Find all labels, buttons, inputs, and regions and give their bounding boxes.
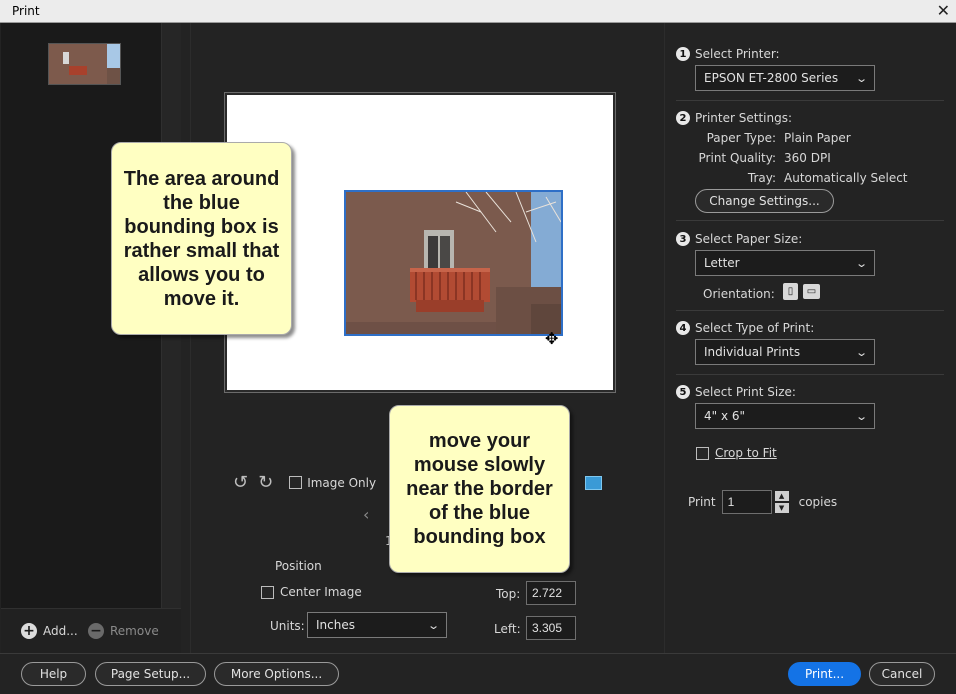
more-options-button[interactable]: More Options... (214, 662, 339, 686)
portrait-orientation-icon[interactable]: ▯ (783, 283, 798, 300)
hover-callout: move your mouse slowly near the border o… (389, 405, 570, 573)
settings-panel: 1 Select Printer: EPSON ET-2800 Series ⌄… (666, 23, 956, 653)
copies-label: copies (798, 495, 838, 509)
close-icon[interactable]: ✕ (937, 1, 950, 20)
window-title: Print (12, 4, 40, 18)
step-print-size: 5 Select Print Size: (676, 385, 796, 399)
print-size-value: 4" x 6" (704, 409, 746, 423)
print-label: Print (688, 495, 716, 509)
printer-select[interactable]: EPSON ET-2800 Series ⌄ (695, 65, 875, 91)
center-image-label: Center Image (280, 585, 362, 599)
image-only-label: Image Only (307, 475, 377, 490)
top-label: Top: (496, 587, 521, 601)
step-label: Printer Settings: (695, 111, 792, 125)
rotate-controls: ↺ ↻ Image Only (233, 472, 376, 493)
help-button[interactable]: Help (21, 662, 86, 686)
rotate-right-icon[interactable]: ↻ (258, 472, 273, 493)
step-number: 2 (676, 111, 690, 125)
page-setup-button[interactable]: Page Setup... (95, 662, 206, 686)
copies-input[interactable] (721, 490, 772, 514)
stepper-down-icon[interactable]: ▼ (774, 503, 789, 513)
move-cursor-icon: ✥ (545, 329, 559, 348)
print-quality-value: 360 DPI (784, 151, 831, 165)
divider (676, 100, 944, 101)
minus-icon: − (88, 623, 104, 639)
previous-page-icon[interactable]: ‹ (363, 505, 369, 524)
print-type-value: Individual Prints (704, 345, 801, 359)
background-color-swatch[interactable] (585, 476, 602, 490)
crop-to-fit-checkbox[interactable] (696, 446, 709, 460)
thumbnail-footer: + Add... − Remove (1, 608, 181, 653)
chevron-down-icon: ⌄ (854, 71, 868, 85)
units-select[interactable]: Inches ⌄ (307, 612, 447, 638)
divider (676, 374, 944, 375)
photo-thumbnail[interactable] (48, 43, 121, 85)
add-button[interactable]: + Add... (21, 623, 78, 639)
left-label: Left: (494, 622, 521, 636)
rotate-left-icon[interactable]: ↺ (233, 472, 248, 493)
position-heading: Position (275, 559, 322, 573)
image-only-option[interactable]: Image Only (289, 476, 376, 490)
chevron-down-icon: ⌄ (854, 409, 868, 423)
crop-to-fit-option[interactable]: Crop to Fit (696, 446, 777, 460)
tray-value: Automatically Select (784, 171, 908, 185)
chevron-down-icon: ⌄ (854, 345, 868, 359)
change-settings-button[interactable]: Change Settings... (695, 189, 834, 213)
dialog-footer: Help Page Setup... More Options... Print… (0, 653, 956, 694)
step-paper-size: 3 Select Paper Size: (676, 232, 802, 246)
callout-text: The area around the blue bounding box is… (123, 167, 280, 310)
remove-label: Remove (110, 624, 159, 638)
print-type-select[interactable]: Individual Prints ⌄ (695, 339, 875, 365)
chevron-down-icon: ⌄ (426, 618, 440, 632)
center-image-option[interactable]: Center Image (261, 585, 362, 599)
step-printer-settings: 2 Printer Settings: (676, 111, 792, 125)
step-number: 4 (676, 321, 690, 335)
units-value: Inches (316, 618, 355, 632)
divider (676, 310, 944, 311)
cancel-button[interactable]: Cancel (869, 662, 935, 686)
image-only-checkbox[interactable] (289, 476, 303, 489)
add-label: Add... (43, 624, 78, 638)
stepper-up-icon[interactable]: ▲ (774, 491, 789, 501)
step-label: Select Printer: (695, 47, 780, 61)
divider (676, 220, 944, 221)
copies-stepper[interactable]: ▲ ▼ (774, 491, 789, 513)
top-input[interactable] (526, 581, 576, 605)
paper-type-key: Paper Type: (706, 131, 776, 145)
thumbnail-panel: + Add... − Remove (1, 23, 181, 653)
step-number: 1 (676, 47, 690, 61)
step-label: Select Paper Size: (695, 232, 803, 246)
units-label: Units: (270, 619, 305, 633)
step-number: 5 (676, 385, 690, 399)
print-quality-key: Print Quality: (698, 151, 776, 165)
center-image-checkbox[interactable] (261, 585, 274, 599)
callout-text: move your mouse slowly near the border o… (406, 430, 553, 548)
paper-type-value: Plain Paper (784, 131, 851, 145)
bounding-box-callout: The area around the blue bounding box is… (111, 142, 292, 335)
remove-button[interactable]: − Remove (88, 623, 159, 639)
step-print-type: 4 Select Type of Print: (676, 321, 814, 335)
chevron-down-icon: ⌄ (854, 256, 868, 270)
print-size-select[interactable]: 4" x 6" ⌄ (695, 403, 875, 429)
printer-value: EPSON ET-2800 Series (704, 71, 839, 85)
crop-to-fit-label: Crop to Fit (715, 446, 777, 460)
step-label: Select Type of Print: (695, 321, 815, 335)
copies-row: Print ▲ ▼ copies (688, 490, 837, 514)
left-input[interactable] (526, 616, 576, 640)
title-bar: Print ✕ (0, 0, 956, 23)
step-number: 3 (676, 232, 690, 246)
orientation-label: Orientation: (703, 287, 775, 301)
print-button[interactable]: Print... (788, 662, 861, 686)
step-label: Select Print Size: (695, 385, 796, 399)
tray-key: Tray: (747, 171, 776, 185)
paper-size-value: Letter (704, 256, 740, 270)
plus-icon: + (21, 623, 37, 639)
paper-size-select[interactable]: Letter ⌄ (695, 250, 875, 276)
landscape-orientation-icon[interactable]: ▭ (803, 284, 820, 299)
photo-bounding-box[interactable] (344, 190, 563, 336)
step-select-printer: 1 Select Printer: (676, 47, 780, 61)
